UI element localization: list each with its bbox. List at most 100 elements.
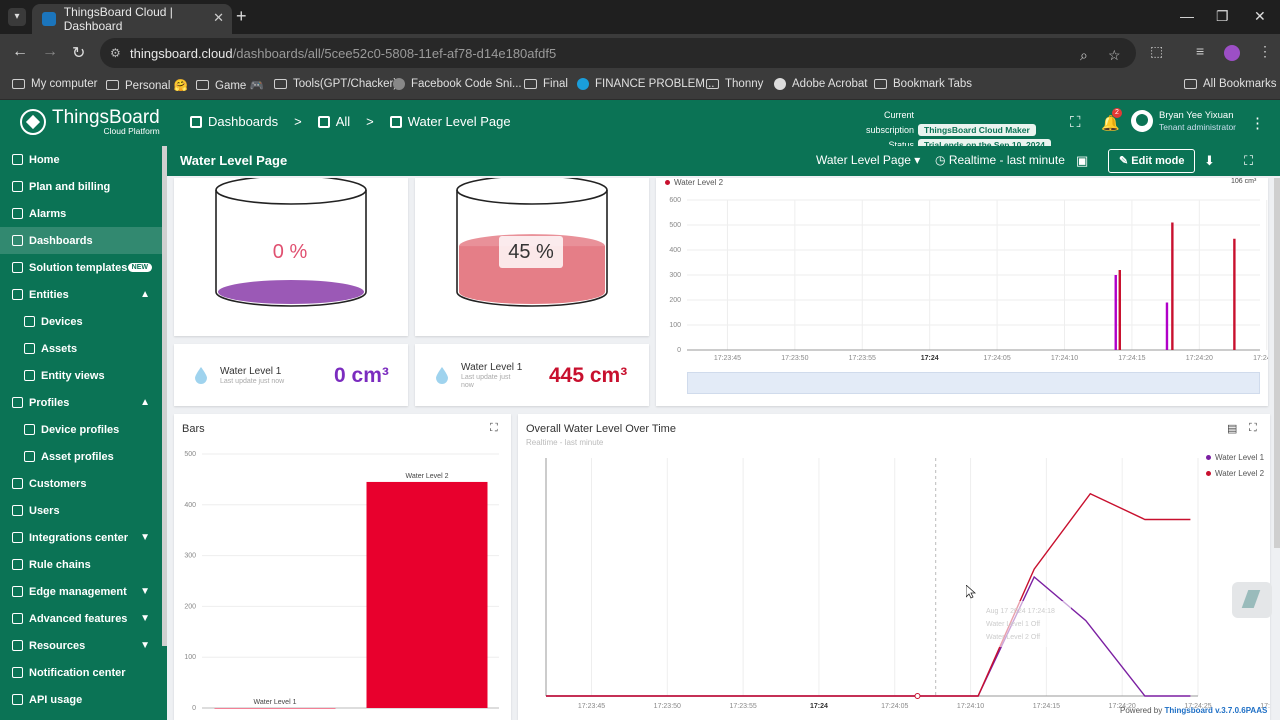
floating-action-icon[interactable] (1232, 582, 1272, 618)
x-tick-label: 17:23:50 (654, 703, 681, 710)
bookmark-item[interactable]: Tools(GPT/Chacker) (274, 78, 397, 90)
folder-icon (706, 79, 719, 89)
tab-title: ThingsBoard Cloud | Dashboard (63, 5, 173, 33)
folder-icon (274, 79, 287, 89)
card-2-value: 445 cm³ (549, 364, 628, 387)
folder-icon (874, 79, 887, 89)
profile-avatar[interactable] (1224, 45, 1240, 61)
user-menu[interactable]: Bryan Yee Yixuan Tenant administrator (1131, 110, 1236, 132)
dashboard-state-select[interactable]: Water Level Page ▾ (816, 153, 920, 167)
new-tab-button[interactable]: + (236, 6, 247, 27)
address-bar[interactable]: ⚙ thingsboard.cloud/dashboards/all/5cee5… (100, 38, 1136, 68)
breadcrumb-all[interactable]: All (336, 114, 350, 129)
close-tab-icon[interactable]: ✕ (213, 10, 224, 26)
bookmark-item[interactable]: Facebook Code Sni... (393, 78, 522, 90)
fullscreen-icon[interactable]: ⛶ (1070, 114, 1081, 131)
edit-mode-button[interactable]: ✎ Edit mode (1108, 149, 1196, 173)
alarm-icon (12, 208, 23, 219)
tab-search-icon[interactable]: ▾ (8, 8, 26, 26)
bookmark-item[interactable]: My computer (12, 78, 97, 90)
download-icon[interactable]: ⬇ (1204, 153, 1215, 169)
asset-profiles-icon (24, 451, 35, 462)
bookmark-item[interactable]: FINANCE PROBLEM... (577, 78, 715, 90)
powered-by: Powered by Thingsboard v.3.7.0.6PAAS (1120, 706, 1268, 715)
extensions-icon[interactable]: ⬚ (1150, 43, 1163, 60)
zoom-icon[interactable]: ⌕ (1080, 47, 1088, 64)
sidebar-item-rule-chains[interactable]: Rule chains (0, 551, 162, 578)
thingsboard-logo[interactable]: ThingsBoard Cloud Platform (20, 108, 160, 136)
sidebar-item-entity-views[interactable]: Entity views (0, 362, 162, 389)
sidebar-item-resources[interactable]: Resources ▼ (0, 632, 162, 659)
time-window-selector[interactable]: ◷ Realtime - last minute (935, 153, 1065, 167)
close-window-icon[interactable]: ✕ (1254, 8, 1266, 25)
image-export-icon[interactable]: ▣ (1076, 153, 1088, 169)
x-tick-label: 17:23:45 (578, 703, 605, 710)
browser-tab[interactable]: ThingsBoard Cloud | Dashboard ✕ (32, 4, 232, 34)
x-tick-label: 17:23:50 (781, 355, 808, 362)
chevron-down-icon: ▼ (140, 532, 150, 543)
chevron-up-icon: ▲ (140, 397, 150, 408)
sidebar-item-solution-templates[interactable]: Solution templates NEW (0, 254, 162, 281)
breadcrumb-dashboards[interactable]: Dashboards (208, 114, 278, 129)
sidebar-item-customers[interactable]: Customers (0, 470, 162, 497)
sidebar-item-plan-billing[interactable]: Plan and billing (0, 173, 162, 200)
bookmark-item[interactable]: Adobe Acrobat (774, 78, 867, 90)
water-drop-icon (195, 367, 207, 384)
devices-icon (24, 316, 35, 327)
thingsboard-favicon-icon (42, 12, 56, 26)
bookmark-star-icon[interactable]: ☆ (1108, 47, 1121, 64)
series-line (546, 575, 1191, 697)
sidebar-item-entities[interactable]: Entities ▲ (0, 281, 162, 308)
sidebar-item-advanced-features[interactable]: Advanced features ▼ (0, 605, 162, 632)
sidebar-item-assets[interactable]: Assets (0, 335, 162, 362)
sidebar-scrollbar[interactable] (162, 146, 167, 646)
sidebar-item-edge-management[interactable]: Edge management ▼ (0, 578, 162, 605)
forward-icon[interactable]: → (42, 43, 58, 61)
sidebar-item-dashboards[interactable]: Dashboards (0, 227, 162, 254)
card-1-label: Water Level 1 (220, 366, 282, 377)
fullscreen-icon[interactable]: ⛶ (1244, 153, 1253, 169)
back-icon[interactable]: ← (12, 43, 28, 61)
card-2-updated: Last update just now (461, 374, 511, 389)
minimize-icon[interactable]: — (1180, 8, 1194, 24)
sidebar-item-profiles[interactable]: Profiles ▲ (0, 389, 162, 416)
bookmark-item[interactable]: Game 🎮 (196, 78, 264, 92)
pencil-icon: ✎ (1119, 155, 1129, 167)
y-tick-label: 0 (677, 347, 681, 354)
sidebar-item-asset-profiles[interactable]: Asset profiles (0, 443, 162, 470)
media-icon[interactable]: ≡ (1196, 43, 1204, 59)
y-tick-label: 100 (184, 654, 196, 661)
sidebar-item-notification-center[interactable]: Notification center (0, 659, 162, 686)
data-zoom-slider[interactable] (687, 372, 1260, 394)
sidebar-item-device-profiles[interactable]: Device profiles (0, 416, 162, 443)
sidebar-item-users[interactable]: Users (0, 497, 162, 524)
y-tick-label: 0 (192, 705, 196, 712)
bookmark-item[interactable]: Final (524, 78, 568, 90)
chevron-down-icon: ▼ (140, 586, 150, 597)
logo-icon (20, 109, 46, 135)
reload-icon[interactable]: ↻ (72, 43, 85, 63)
assets-icon (24, 343, 35, 354)
maximize-icon[interactable]: ❐ (1216, 8, 1229, 25)
bookmark-item[interactable]: Bookmark Tabs (874, 78, 972, 90)
subscription-badge[interactable]: ThingsBoard Cloud Maker (918, 124, 1036, 136)
sidebar-item-alarms[interactable]: Alarms (0, 200, 162, 227)
bookmark-item[interactable]: Personal 🤗 (106, 78, 188, 92)
bookmark-item[interactable]: Thonny (706, 78, 763, 90)
entity-views-icon (24, 370, 35, 381)
dashboard-title: Water Level Page (180, 153, 288, 168)
browser-tab-bar: ▾ ThingsBoard Cloud | Dashboard ✕ + — ❐ … (0, 0, 1280, 34)
sidebar-item-home[interactable]: Home (0, 146, 162, 173)
version-link[interactable]: Thingsboard v.3.7.0.6PAAS (1164, 706, 1267, 715)
more-vert-icon[interactable]: ⋮ (1250, 114, 1265, 132)
browser-menu-icon[interactable]: ⋮ (1258, 43, 1272, 60)
address-path: /dashboards/all/5cee52c0-5808-11ef-af78-… (232, 45, 557, 61)
bars-widget: Bars ⛶ 0 100 200 300 400 500 Water Level 1 Wate… (174, 414, 511, 720)
sidebar-item-devices[interactable]: Devices (0, 308, 162, 335)
sidebar-item-integrations-center[interactable]: Integrations center ▼ (0, 524, 162, 551)
all-bookmarks[interactable]: All Bookmarks (1184, 78, 1277, 90)
sidebar-item-api-usage[interactable]: API usage (0, 686, 162, 713)
page-scrollbar[interactable] (1274, 178, 1280, 548)
resources-icon (12, 640, 23, 651)
site-info-icon[interactable]: ⚙ (110, 46, 121, 60)
